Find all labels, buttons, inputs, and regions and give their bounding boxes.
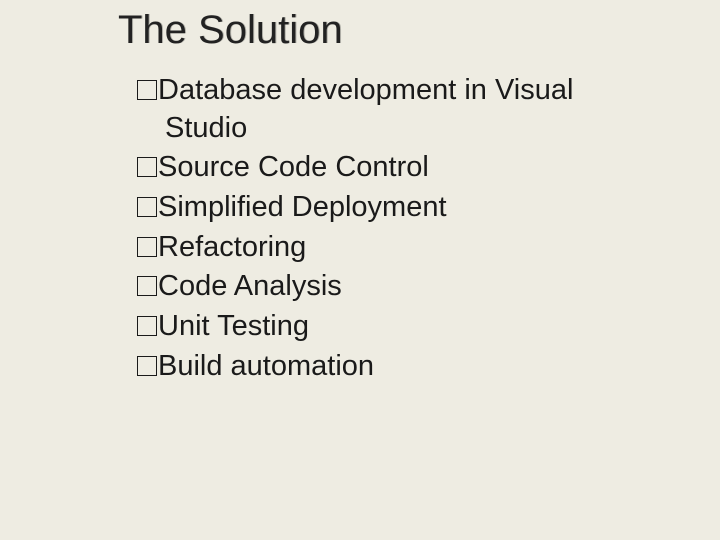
list-item: Unit Testing [137, 308, 660, 346]
slide: The Solution Database development in Vis… [0, 0, 720, 540]
list-item: Database development in Visual Studio [137, 72, 660, 147]
list-item: Refactoring [137, 229, 660, 267]
square-bullet-icon [137, 237, 157, 257]
slide-body: Database development in Visual Studio So… [137, 72, 660, 388]
list-item-text: Source Code Control [158, 151, 429, 183]
list-item-text: Code Analysis [158, 270, 342, 302]
list-item: Simplified Deployment [137, 189, 660, 227]
list-item-text: Refactoring [158, 231, 306, 263]
square-bullet-icon [137, 276, 157, 296]
square-bullet-icon [137, 197, 157, 217]
list-item-text: Unit Testing [158, 310, 309, 342]
slide-title: The Solution [118, 8, 343, 53]
list-item: Source Code Control [137, 149, 660, 187]
square-bullet-icon [137, 157, 157, 177]
list-item-text: Database development in Visual Studio [158, 74, 573, 144]
square-bullet-icon [137, 356, 157, 376]
list-item-text: Build automation [158, 350, 374, 382]
square-bullet-icon [137, 316, 157, 336]
list-item-text: Simplified Deployment [158, 191, 447, 223]
list-item: Build automation [137, 348, 660, 386]
square-bullet-icon [137, 80, 157, 100]
list-item: Code Analysis [137, 268, 660, 306]
